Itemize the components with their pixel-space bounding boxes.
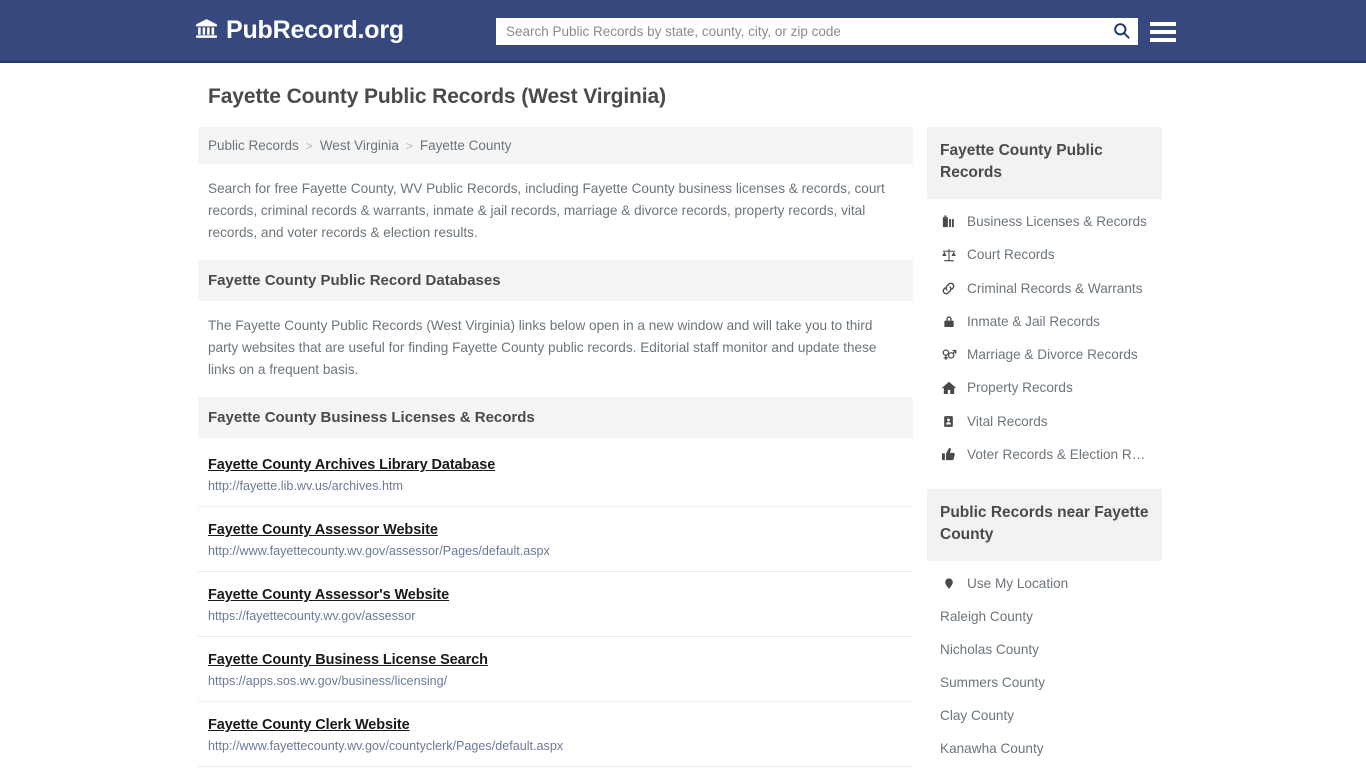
search-icon: [1112, 21, 1131, 43]
sidebar-item-label: Marriage & Divorce Records: [967, 346, 1138, 362]
map-pin-icon: [940, 576, 957, 591]
sidebar-item-summers-county[interactable]: Summers County: [927, 666, 1162, 699]
sidebar-near-list: Use My Location Raleigh County Nicholas …: [927, 561, 1162, 768]
search-bar: [496, 18, 1138, 45]
intro-paragraph: Search for free Fayette County, WV Publi…: [208, 181, 885, 241]
sidebar-item-court-records[interactable]: Court Records: [927, 238, 1162, 272]
record-link-url[interactable]: https://apps.sos.wv.gov/business/licensi…: [208, 674, 903, 688]
page-title: Fayette County Public Records (West Virg…: [208, 85, 666, 108]
sidebar-item-label: Property Records: [967, 380, 1073, 396]
chain-link-icon: [940, 281, 957, 296]
home-icon: [940, 380, 957, 396]
sidebar-item-use-my-location[interactable]: Use My Location: [927, 567, 1162, 600]
sidebar-records-list: Business Licenses & Records Court Record…: [927, 199, 1162, 481]
databases-paragraph: The Fayette County Public Records (West …: [208, 318, 877, 378]
sidebar-item-raleigh-county[interactable]: Raleigh County: [927, 600, 1162, 633]
hamburger-menu-button[interactable]: [1150, 18, 1176, 45]
main-column: Public Records > West Virginia > Fayette…: [198, 127, 913, 768]
sidebar-item-voter-records[interactable]: Voter Records & Election R…: [927, 438, 1162, 471]
hamburger-menu-icon: [1150, 37, 1176, 42]
sidebar: Fayette County Public Records Business L…: [927, 127, 1162, 768]
sidebar-item-marriage-divorce-records[interactable]: Marriage & Divorce Records: [927, 338, 1162, 371]
sidebar-item-label: Vital Records: [967, 413, 1048, 429]
breadcrumb-item-fayette-county[interactable]: Fayette County: [420, 138, 512, 153]
search-button[interactable]: [1104, 18, 1138, 45]
sidebar-item-label: Nicholas County: [940, 641, 1039, 657]
id-badge-icon: [940, 414, 957, 429]
sidebar-item-label: Raleigh County: [940, 608, 1033, 624]
briefcase-icon: [940, 214, 957, 229]
sidebar-item-label: Court Records: [967, 247, 1055, 263]
record-link-url[interactable]: https://fayettecounty.wv.gov/assessor: [208, 609, 903, 623]
record-link-url[interactable]: http://fayette.lib.wv.us/archives.htm: [208, 479, 903, 493]
breadcrumb: Public Records > West Virginia > Fayette…: [198, 127, 913, 164]
columns-wrapper: Public Records > West Virginia > Fayette…: [198, 127, 1168, 768]
sidebar-item-criminal-records[interactable]: Criminal Records & Warrants: [927, 272, 1162, 305]
record-link-title[interactable]: Fayette County Archives Library Database: [208, 457, 495, 473]
record-link-list: Fayette County Archives Library Database…: [198, 438, 913, 768]
lock-icon: [940, 314, 957, 329]
list-item: Fayette County Assessor's Website https:…: [198, 572, 913, 638]
site-header: PubRecord.org: [0, 0, 1366, 63]
sidebar-item-label: Business Licenses & Records: [967, 213, 1147, 229]
breadcrumb-separator: >: [405, 138, 413, 153]
sidebar-item-business-licenses[interactable]: Business Licenses & Records: [927, 205, 1162, 238]
record-link-title[interactable]: Fayette County Assessor Website: [208, 522, 438, 538]
sidebar-item-label: Use My Location: [967, 575, 1069, 591]
sidebar-item-vital-records[interactable]: Vital Records: [927, 405, 1162, 438]
search-input[interactable]: [496, 18, 1104, 45]
sidebar-item-inmate-jail-records[interactable]: Inmate & Jail Records: [927, 305, 1162, 338]
hamburger-menu-icon: [1150, 29, 1176, 34]
databases-section-heading: Fayette County Public Record Databases: [198, 260, 913, 302]
sidebar-near-heading: Public Records near Fayette County: [927, 488, 1162, 561]
breadcrumb-item-west-virginia[interactable]: West Virginia: [320, 138, 399, 153]
business-section-heading: Fayette County Business Licenses & Recor…: [198, 397, 913, 439]
sidebar-near-block: Public Records near Fayette County Use M…: [927, 488, 1162, 768]
list-item: Fayette County Clerk Website http://www.…: [198, 702, 913, 768]
record-link-title[interactable]: Fayette County Clerk Website: [208, 717, 410, 733]
list-item: Fayette County Archives Library Database…: [198, 438, 913, 508]
sidebar-records-heading: Fayette County Public Records: [927, 127, 1162, 199]
sidebar-item-property-records[interactable]: Property Records: [927, 371, 1162, 405]
sidebar-item-label: Kanawha County: [940, 740, 1044, 756]
venus-mars-icon: [940, 347, 957, 362]
record-link-title[interactable]: Fayette County Business License Search: [208, 652, 488, 668]
sidebar-item-kanawha-county[interactable]: Kanawha County: [927, 732, 1162, 765]
sidebar-item-label: Inmate & Jail Records: [967, 313, 1100, 329]
sidebar-item-label: Summers County: [940, 674, 1046, 690]
record-link-url[interactable]: http://www.fayettecounty.wv.gov/countycl…: [208, 739, 903, 753]
sidebar-item-label: Clay County: [940, 707, 1015, 723]
list-item: Fayette County Assessor Website http://w…: [198, 507, 913, 573]
breadcrumb-separator: >: [305, 138, 313, 153]
sidebar-records-block: Fayette County Public Records Business L…: [927, 127, 1162, 481]
breadcrumb-item-public-records[interactable]: Public Records: [208, 138, 299, 153]
hamburger-menu-icon: [1150, 21, 1176, 26]
sidebar-item-label: Criminal Records & Warrants: [967, 280, 1143, 296]
scales-of-justice-icon: [940, 247, 957, 263]
sidebar-item-label: Voter Records & Election R…: [967, 446, 1146, 462]
site-logo[interactable]: PubRecord.org: [194, 16, 404, 46]
logo-text: PubRecord.org: [226, 16, 404, 44]
bank-building-icon: [194, 16, 219, 46]
record-link-title[interactable]: Fayette County Assessor's Website: [208, 587, 449, 603]
record-link-url[interactable]: http://www.fayettecounty.wv.gov/assessor…: [208, 544, 903, 558]
list-item: Fayette County Business License Search h…: [198, 637, 913, 703]
thumbs-up-icon: [940, 447, 957, 462]
page-body: Fayette County Public Records (West Virg…: [0, 63, 1366, 768]
sidebar-item-nicholas-county[interactable]: Nicholas County: [927, 633, 1162, 666]
sidebar-item-clay-county[interactable]: Clay County: [927, 699, 1162, 732]
content-container: Fayette County Public Records (West Virg…: [198, 63, 1168, 768]
